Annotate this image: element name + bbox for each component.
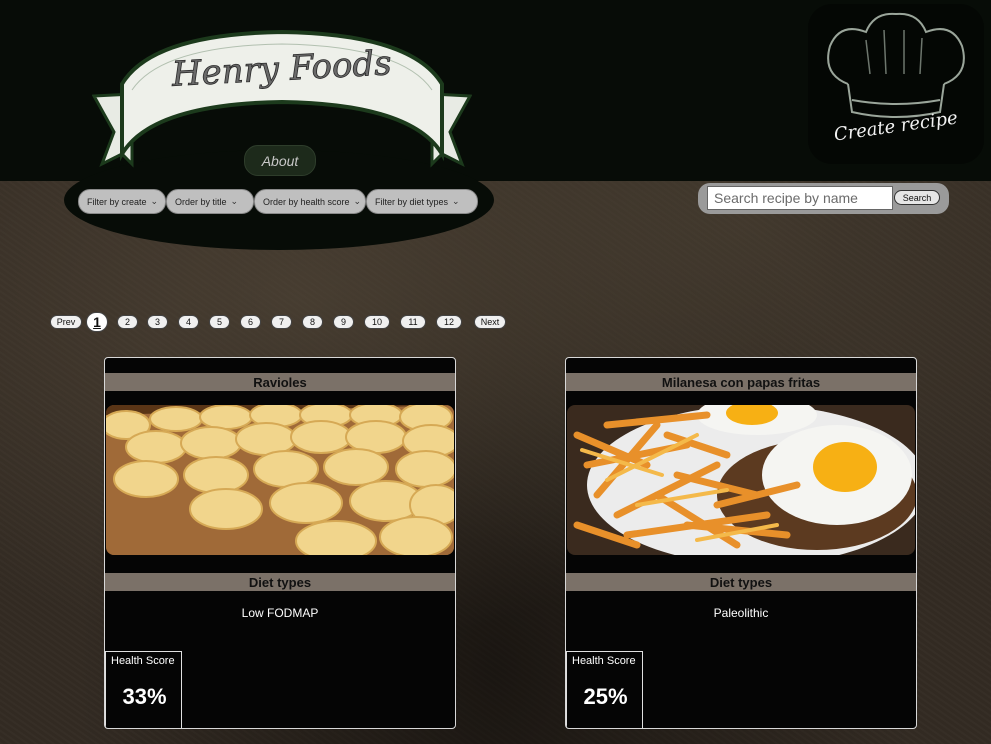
health-score-label: Health Score: [572, 655, 636, 667]
chevron-down-icon: ⌄: [230, 196, 239, 206]
health-score-value: 33%: [122, 684, 167, 709]
diet-types-header: Diet types: [566, 573, 916, 591]
recipe-card[interactable]: Ravioles Diet types Low FODMAP Health Sc…: [104, 357, 456, 729]
health-score-label: Health Score: [111, 655, 175, 667]
page-button-9[interactable]: 9: [333, 315, 354, 329]
chevron-down-icon: ⌄: [150, 196, 159, 206]
pagination: Prev 1 2 3 4 5 6 7 8 9 10 11 12 Next: [50, 312, 506, 332]
recipe-title: Milanesa con papas fritas: [566, 373, 916, 391]
page-button-2[interactable]: 2: [117, 315, 138, 329]
recipe-title: Ravioles: [105, 373, 455, 391]
page-button-3[interactable]: 3: [147, 315, 168, 329]
create-recipe-label: Create recipe: [833, 107, 959, 145]
diet-types-header: Diet types: [105, 573, 455, 591]
order-by-title-select[interactable]: Order by title ⌄: [166, 189, 254, 214]
recipe-image: [106, 405, 454, 555]
page-button-6[interactable]: 6: [240, 315, 261, 329]
health-score-box: Health Score 33%: [105, 651, 182, 728]
health-score-box: Health Score 25%: [566, 651, 643, 728]
diet-types-list: Paleolithic: [713, 606, 769, 620]
order-by-title-label: Order by title: [175, 196, 227, 207]
filter-by-diet-types-select[interactable]: Filter by diet types ⌄: [366, 189, 478, 214]
health-score-value: 25%: [583, 684, 628, 709]
page-button-8[interactable]: 8: [302, 315, 323, 329]
create-recipe-button[interactable]: Create recipe: [808, 4, 984, 164]
filter-by-diet-types-label: Filter by diet types: [375, 196, 449, 207]
search-button[interactable]: Search: [894, 190, 940, 205]
about-button[interactable]: About: [244, 145, 316, 176]
page-button-10[interactable]: 10: [364, 315, 390, 329]
search-input[interactable]: [707, 186, 893, 210]
filter-bar: Filter by create ⌄ Order by title ⌄ Orde…: [78, 189, 478, 214]
next-page-button[interactable]: Next: [474, 315, 506, 329]
order-by-health-score-label: Order by health score: [263, 196, 350, 207]
diet-types-list: Low FODMAP: [241, 606, 319, 620]
filter-by-create-label: Filter by create: [87, 196, 147, 207]
page-button-11[interactable]: 11: [400, 315, 426, 329]
chef-hat-icon: Create recipe: [827, 12, 965, 146]
chevron-down-icon: ⌄: [353, 196, 362, 206]
page-button-5[interactable]: 5: [209, 315, 230, 329]
recipe-image: [567, 405, 915, 555]
page-button-4[interactable]: 4: [178, 315, 199, 329]
chevron-down-icon: ⌄: [452, 196, 460, 206]
page-button-1[interactable]: 1: [86, 312, 108, 332]
page-button-12[interactable]: 12: [436, 315, 462, 329]
prev-page-button[interactable]: Prev: [50, 315, 82, 329]
page-button-7[interactable]: 7: [271, 315, 292, 329]
filter-by-create-select[interactable]: Filter by create ⌄: [78, 189, 166, 214]
order-by-health-score-select[interactable]: Order by health score ⌄: [254, 189, 366, 214]
recipe-card[interactable]: Milanesa con papas fritas Diet types Pal…: [565, 357, 917, 729]
